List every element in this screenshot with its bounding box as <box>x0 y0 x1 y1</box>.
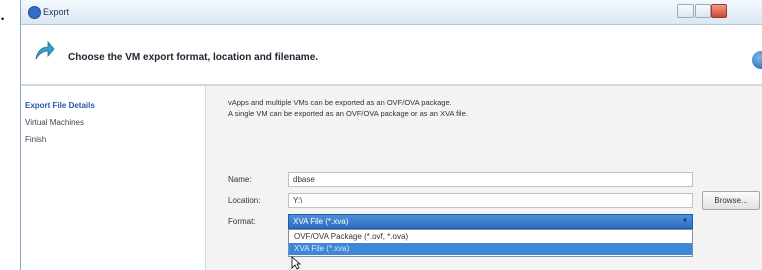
format-selected-value: XVA File (*.xva) <box>293 217 349 226</box>
wizard-content: vApps and multiple VMs can be exported a… <box>206 86 762 270</box>
export-app-icon <box>28 6 41 19</box>
wizard-nav: Export File Details Virtual Machines Fin… <box>21 86 206 270</box>
title-bar: Export <box>21 0 762 25</box>
bullet-marker: • <box>1 14 5 24</box>
description-line-2: A single VM can be exported as an OVF/OV… <box>228 109 468 118</box>
description-line-1: vApps and multiple VMs can be exported a… <box>228 98 452 107</box>
location-label: Location: <box>228 196 261 205</box>
format-dropdown-list: OVF/OVA Package (*.ovf, *.ova) XVA File … <box>288 229 693 257</box>
browse-button[interactable]: Browse... <box>702 191 760 210</box>
name-field[interactable]: dbase <box>288 172 693 187</box>
window-title: Export <box>43 7 70 17</box>
maximize-button[interactable] <box>695 4 711 18</box>
nav-item-finish[interactable]: Finish <box>25 133 46 147</box>
minimize-button[interactable] <box>677 4 694 18</box>
name-label: Name: <box>228 175 252 184</box>
wizard-header: Choose the VM export format, location an… <box>21 25 762 83</box>
dropdown-arrow-icon: ▼ <box>682 218 688 224</box>
nav-item-export-file-details[interactable]: Export File Details <box>25 99 95 113</box>
export-window: Export Choose the VM export format, loca… <box>20 0 762 270</box>
location-field[interactable]: Y:\ <box>288 193 693 208</box>
export-arrow-icon <box>35 40 55 60</box>
format-option-ovf-ova[interactable]: OVF/OVA Package (*.ovf, *.ova) <box>289 231 692 243</box>
close-button[interactable] <box>711 4 727 18</box>
wizard-heading: Choose the VM export format, location an… <box>68 52 319 63</box>
globe-icon <box>752 51 762 69</box>
mouse-cursor-icon <box>291 256 301 270</box>
format-label: Format: <box>228 217 256 226</box>
format-option-xva[interactable]: XVA File (*.xva) <box>289 243 692 255</box>
format-select[interactable]: XVA File (*.xva) ▼ <box>288 214 693 229</box>
nav-item-virtual-machines[interactable]: Virtual Machines <box>25 116 84 130</box>
